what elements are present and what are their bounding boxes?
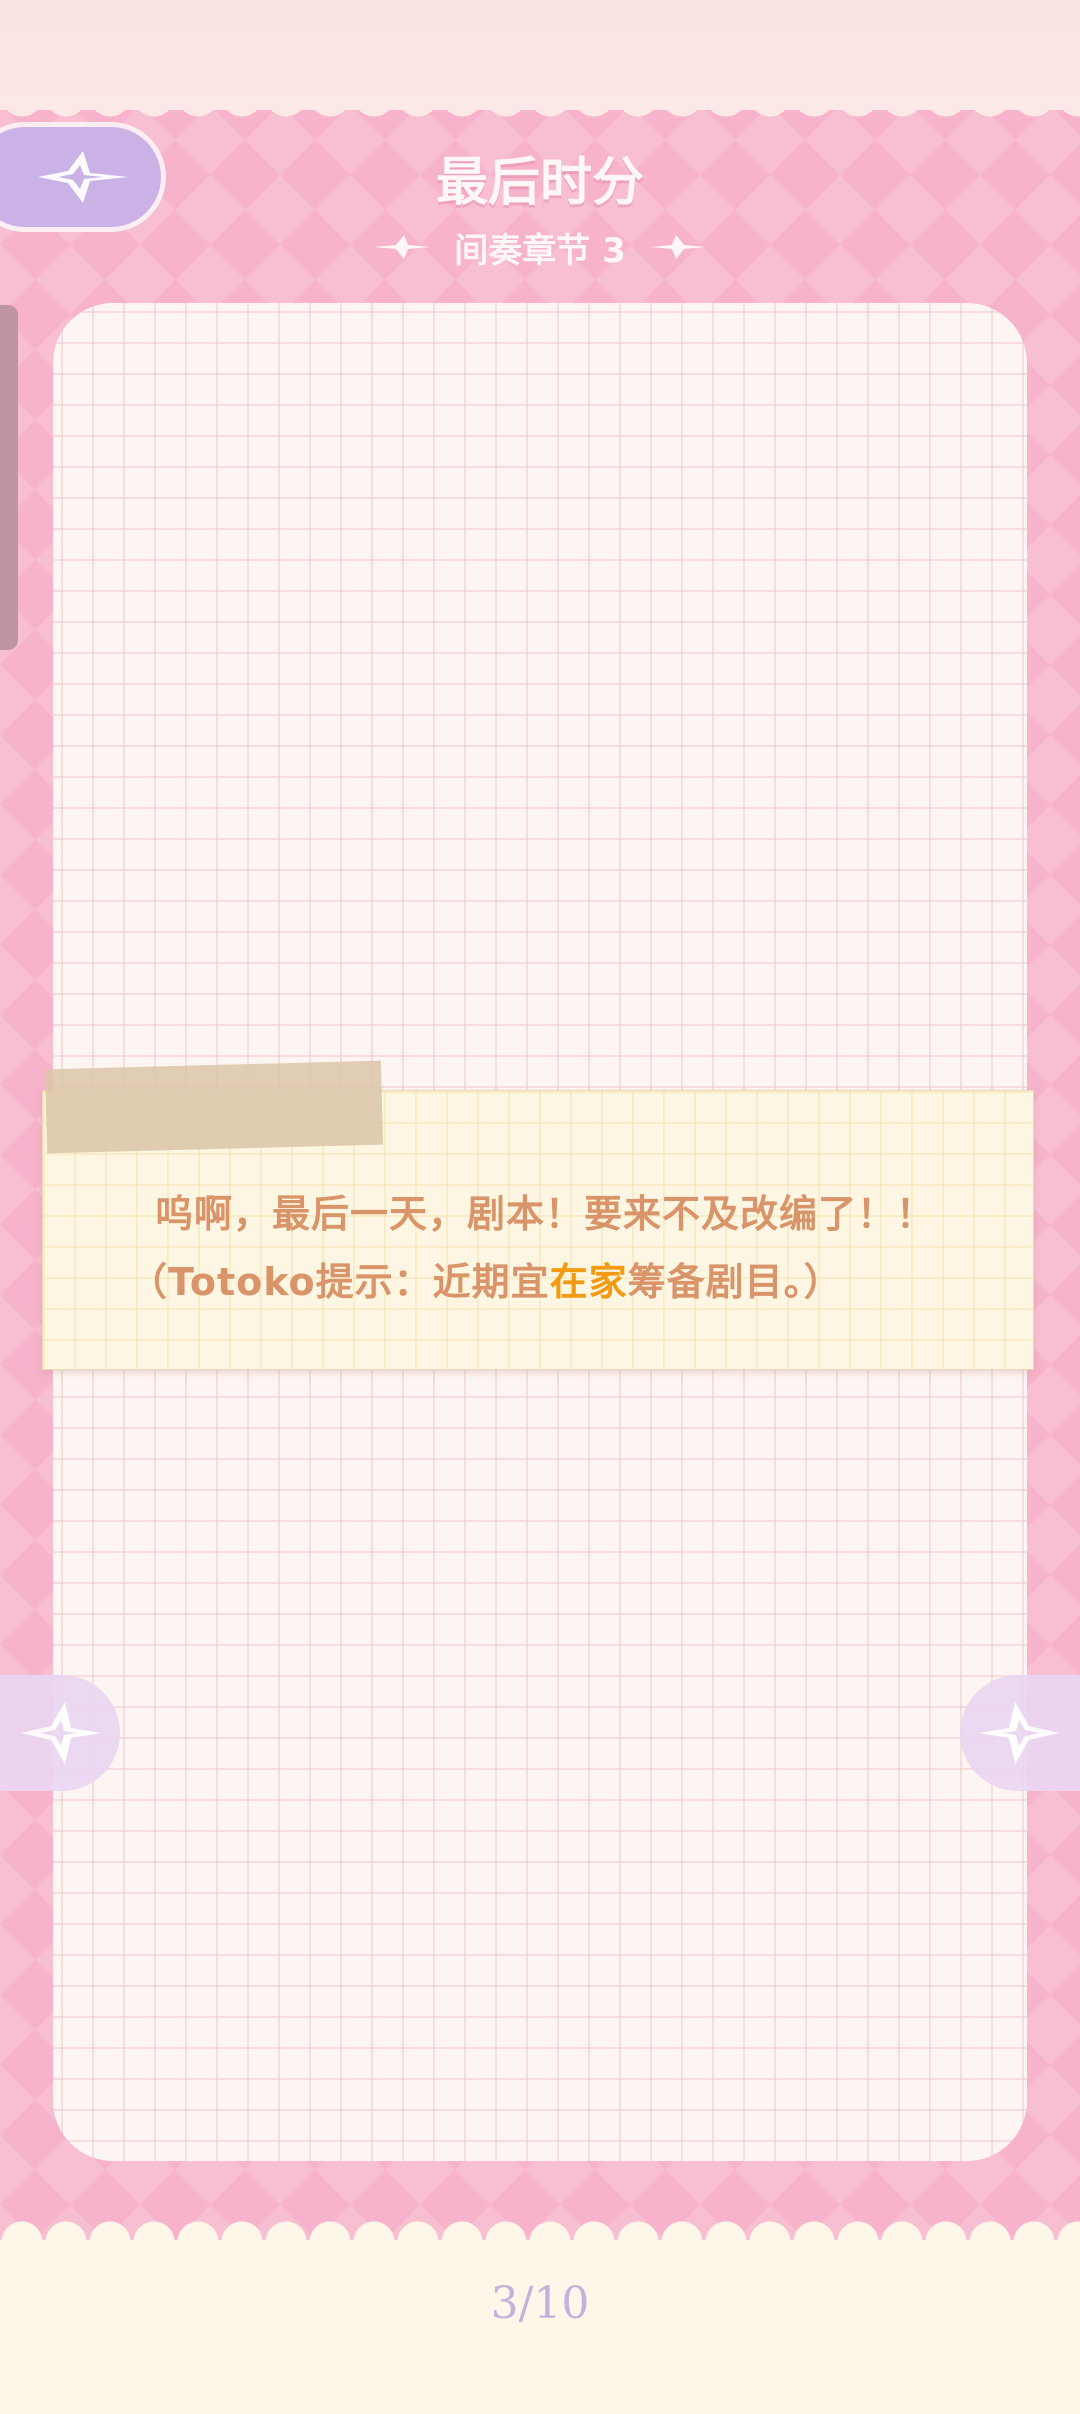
sparkle-right-arrow-icon	[979, 1702, 1059, 1764]
masking-tape	[44, 1060, 384, 1154]
sparkle-divider-icon	[374, 235, 431, 259]
note-line-2: （Totoko提示：近期宜在家筹备剧目。）	[129, 1251, 843, 1306]
note-line-1: 呜啊，最后一天，剧本！要来不及改编了！！	[155, 1192, 936, 1236]
prev-page-button[interactable]	[0, 1675, 120, 1791]
chapter-subtitle: 间奏章节 3	[454, 230, 626, 271]
sparkle-divider-icon	[649, 235, 706, 259]
top-scallop-border	[0, 96, 1080, 126]
page-title: 最后时分	[435, 153, 644, 213]
note-line-2-prefix: （Totoko提示：近期宜	[129, 1260, 550, 1304]
subtitle-row: 间奏章节 3	[0, 222, 1080, 272]
note-highlight: 在家	[549, 1260, 628, 1304]
sparkle-left-arrow-icon	[21, 1702, 101, 1764]
top-banner	[0, 0, 1080, 110]
page-counter: 3/10	[490, 2278, 590, 2329]
bottom-scallop-border	[0, 2212, 1080, 2242]
next-page-button[interactable]	[960, 1675, 1080, 1791]
note-line-2-suffix: 筹备剧目。）	[627, 1260, 843, 1304]
side-drawer-handle[interactable]	[0, 305, 18, 650]
